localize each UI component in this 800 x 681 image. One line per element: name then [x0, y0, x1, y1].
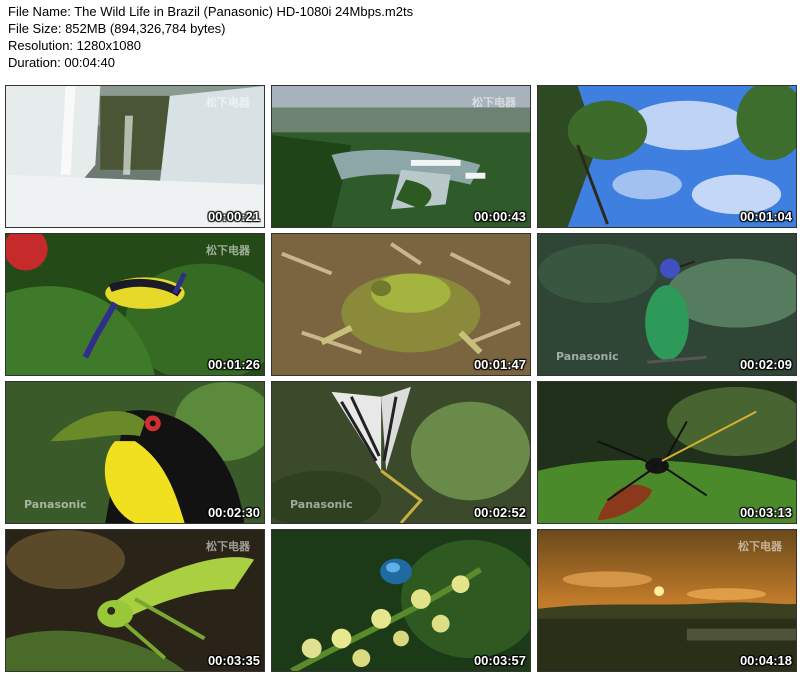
thumbnail-grid: 松下电器 00:00:21 松下电器 00:00:43 00:01:04 松下电…	[5, 85, 797, 672]
timestamp: 00:00:21	[207, 209, 260, 224]
thumbnail-waterfall-closeup[interactable]: 松下电器 00:00:21	[5, 85, 265, 228]
thumbnail-sky-trees[interactable]: 00:01:04	[537, 85, 797, 228]
thumbnail-sunset[interactable]: 松下电器 00:04:18	[537, 529, 797, 672]
thumbnail-grasshopper[interactable]: 松下电器 00:03:35	[5, 529, 265, 672]
thumbnail-beetle-flowers[interactable]: 00:03:57	[271, 529, 531, 672]
thumbnail-insect-on-leaf[interactable]: 00:03:13	[537, 381, 797, 524]
beetle-flowers-image	[272, 530, 530, 671]
file-size-text: File Size: 852MB (894,326,784 bytes)	[8, 21, 226, 36]
duration-text: Duration: 00:04:40	[8, 55, 115, 70]
watermark: 松下电器	[206, 96, 250, 109]
resolution-text: Resolution: 1280x1080	[8, 38, 141, 53]
sky-trees-image	[538, 86, 796, 227]
watermark: 松下电器	[738, 540, 782, 553]
thumbnail-aerial-falls[interactable]: 松下电器 00:00:43	[271, 85, 531, 228]
thumbnail-poison-frog[interactable]: 松下电器 00:01:26	[5, 233, 265, 376]
timestamp: 00:02:09	[739, 357, 792, 372]
watermark: 松下电器	[206, 540, 250, 553]
file-name-text: File Name: The Wild Life in Brazil (Pana…	[8, 4, 414, 19]
thumbnail-toucan[interactable]: Panasonic 00:02:30	[5, 381, 265, 524]
horned-frog-image	[272, 234, 530, 375]
insect-on-leaf-image	[538, 382, 796, 523]
timestamp: 00:03:13	[739, 505, 792, 520]
thumbnail-horned-frog[interactable]: 00:01:47	[271, 233, 531, 376]
watermark: Panasonic	[290, 498, 353, 511]
file-info: File Name: The Wild Life in Brazil (Pana…	[8, 3, 413, 71]
thumbnail-hummingbird[interactable]: Panasonic 00:02:09	[537, 233, 797, 376]
timestamp: 00:02:30	[207, 505, 260, 520]
thumbnail-butterfly[interactable]: Panasonic 00:02:52	[271, 381, 531, 524]
timestamp: 00:03:35	[207, 653, 260, 668]
watermark: 松下电器	[472, 96, 516, 109]
timestamp: 00:01:04	[739, 209, 792, 224]
timestamp: 00:03:57	[473, 653, 526, 668]
timestamp: 00:01:26	[207, 357, 260, 372]
watermark: 松下电器	[206, 244, 250, 257]
timestamp: 00:02:52	[473, 505, 526, 520]
timestamp: 00:01:47	[473, 357, 526, 372]
timestamp: 00:00:43	[473, 209, 526, 224]
timestamp: 00:04:18	[739, 653, 792, 668]
watermark: Panasonic	[24, 498, 87, 511]
watermark: Panasonic	[556, 350, 619, 363]
